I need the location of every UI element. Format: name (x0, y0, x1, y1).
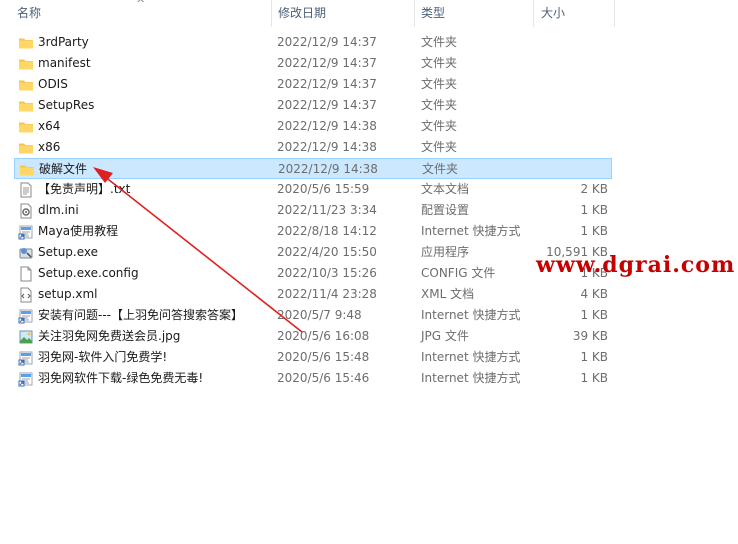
annotation-arrow-shaft (103, 175, 303, 333)
annotation-arrow (93, 167, 303, 333)
